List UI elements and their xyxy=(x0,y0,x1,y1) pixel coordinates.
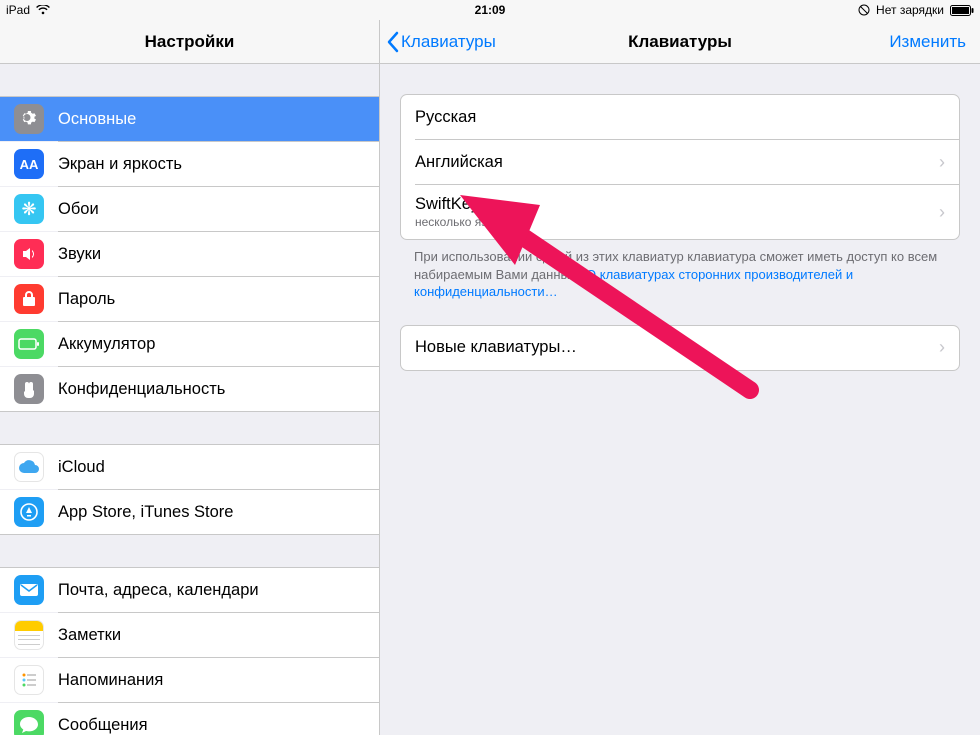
device-label: iPad xyxy=(6,3,30,17)
back-label: Клавиатуры xyxy=(401,32,496,52)
sidebar-item-label: Сообщения xyxy=(58,716,148,735)
add-keyboard-row[interactable]: Новые клавиатуры… › xyxy=(401,326,959,370)
edit-button[interactable]: Изменить xyxy=(889,32,966,52)
sidebar-scroll[interactable]: Основные AA Экран и яркость ❋ Обои xyxy=(0,64,379,735)
sidebar-item-label: Основные xyxy=(58,110,136,129)
keyboards-group: Русская Английская › SwiftKey xyxy=(400,94,960,240)
status-time: 21:09 xyxy=(475,3,506,17)
sidebar-item-label: Звуки xyxy=(58,245,101,264)
lock-icon xyxy=(14,284,44,314)
messages-icon xyxy=(14,710,44,735)
appstore-icon xyxy=(14,497,44,527)
sidebar-item-label: Экран и яркость xyxy=(58,155,182,174)
sidebar-item-privacy[interactable]: Конфиденциальность xyxy=(0,367,379,411)
keyboard-subtitle: несколько языков xyxy=(415,215,933,229)
content-scroll[interactable]: Русская Английская › SwiftKey xyxy=(380,64,980,735)
no-charge-icon xyxy=(858,4,870,16)
sidebar-item-general[interactable]: Основные xyxy=(0,97,379,141)
charge-label: Нет зарядки xyxy=(876,3,944,17)
content-navbar: Клавиатуры Клавиатуры Изменить xyxy=(380,20,980,64)
sidebar-item-messages[interactable]: Сообщения xyxy=(0,703,379,735)
sidebar-item-notes[interactable]: Заметки xyxy=(0,613,379,657)
back-button[interactable]: Клавиатуры xyxy=(386,31,496,53)
keyboard-row-russian[interactable]: Русская xyxy=(401,95,959,139)
wifi-icon xyxy=(36,5,50,15)
sidebar-item-reminders[interactable]: Напоминания xyxy=(0,658,379,702)
sidebar-item-passcode[interactable]: Пароль xyxy=(0,277,379,321)
sidebar-item-label: Почта, адреса, календари xyxy=(58,581,259,600)
gear-icon xyxy=(14,104,44,134)
cloud-icon xyxy=(14,452,44,482)
sidebar-item-label: Пароль xyxy=(58,290,115,309)
chevron-right-icon: › xyxy=(939,202,945,223)
sidebar-item-appstore[interactable]: App Store, iTunes Store xyxy=(0,490,379,534)
battery-icon xyxy=(14,329,44,359)
chevron-right-icon: › xyxy=(939,337,945,358)
sidebar-item-label: Конфиденциальность xyxy=(58,380,225,399)
status-bar: iPad 21:09 Нет зарядки xyxy=(0,0,980,20)
reminders-icon xyxy=(14,665,44,695)
settings-sidebar: Настройки Основные AA Экран и яркость xyxy=(0,20,380,735)
sidebar-title: Настройки xyxy=(145,32,235,52)
add-keyboard-group: Новые клавиатуры… › xyxy=(400,325,960,371)
keyboards-footer: При использовании одной из этих клавиату… xyxy=(414,248,946,301)
privacy-icon xyxy=(14,374,44,404)
display-icon: AA xyxy=(14,149,44,179)
wallpaper-icon: ❋ xyxy=(14,194,44,224)
detail-pane: Клавиатуры Клавиатуры Изменить Русская xyxy=(380,20,980,735)
sidebar-item-label: Обои xyxy=(58,200,99,219)
chevron-left-icon xyxy=(386,31,399,53)
sidebar-navbar: Настройки xyxy=(0,20,379,64)
content-title: Клавиатуры xyxy=(628,32,732,52)
sidebar-item-label: Заметки xyxy=(58,626,121,645)
add-keyboard-label: Новые клавиатуры… xyxy=(415,338,933,357)
chevron-right-icon: › xyxy=(939,152,945,173)
sidebar-item-icloud[interactable]: iCloud xyxy=(0,445,379,489)
sidebar-item-label: iCloud xyxy=(58,458,105,477)
keyboard-row-english[interactable]: Английская › xyxy=(401,140,959,184)
keyboard-title: SwiftKey xyxy=(415,195,933,214)
sidebar-item-mail[interactable]: Почта, адреса, календари xyxy=(0,568,379,612)
keyboard-row-swiftkey[interactable]: SwiftKey несколько языков › xyxy=(401,185,959,239)
sidebar-item-label: Напоминания xyxy=(58,671,163,690)
battery-status-icon xyxy=(950,5,974,16)
keyboard-title: Русская xyxy=(415,108,945,127)
mail-icon xyxy=(14,575,44,605)
sidebar-item-battery[interactable]: Аккумулятор xyxy=(0,322,379,366)
sidebar-item-label: App Store, iTunes Store xyxy=(58,503,233,522)
notes-icon xyxy=(14,620,44,650)
keyboard-title: Английская xyxy=(415,153,933,172)
sidebar-item-wallpaper[interactable]: ❋ Обои xyxy=(0,187,379,231)
sidebar-item-sounds[interactable]: Звуки xyxy=(0,232,379,276)
sound-icon xyxy=(14,239,44,269)
sidebar-item-display[interactable]: AA Экран и яркость xyxy=(0,142,379,186)
sidebar-item-label: Аккумулятор xyxy=(58,335,155,354)
